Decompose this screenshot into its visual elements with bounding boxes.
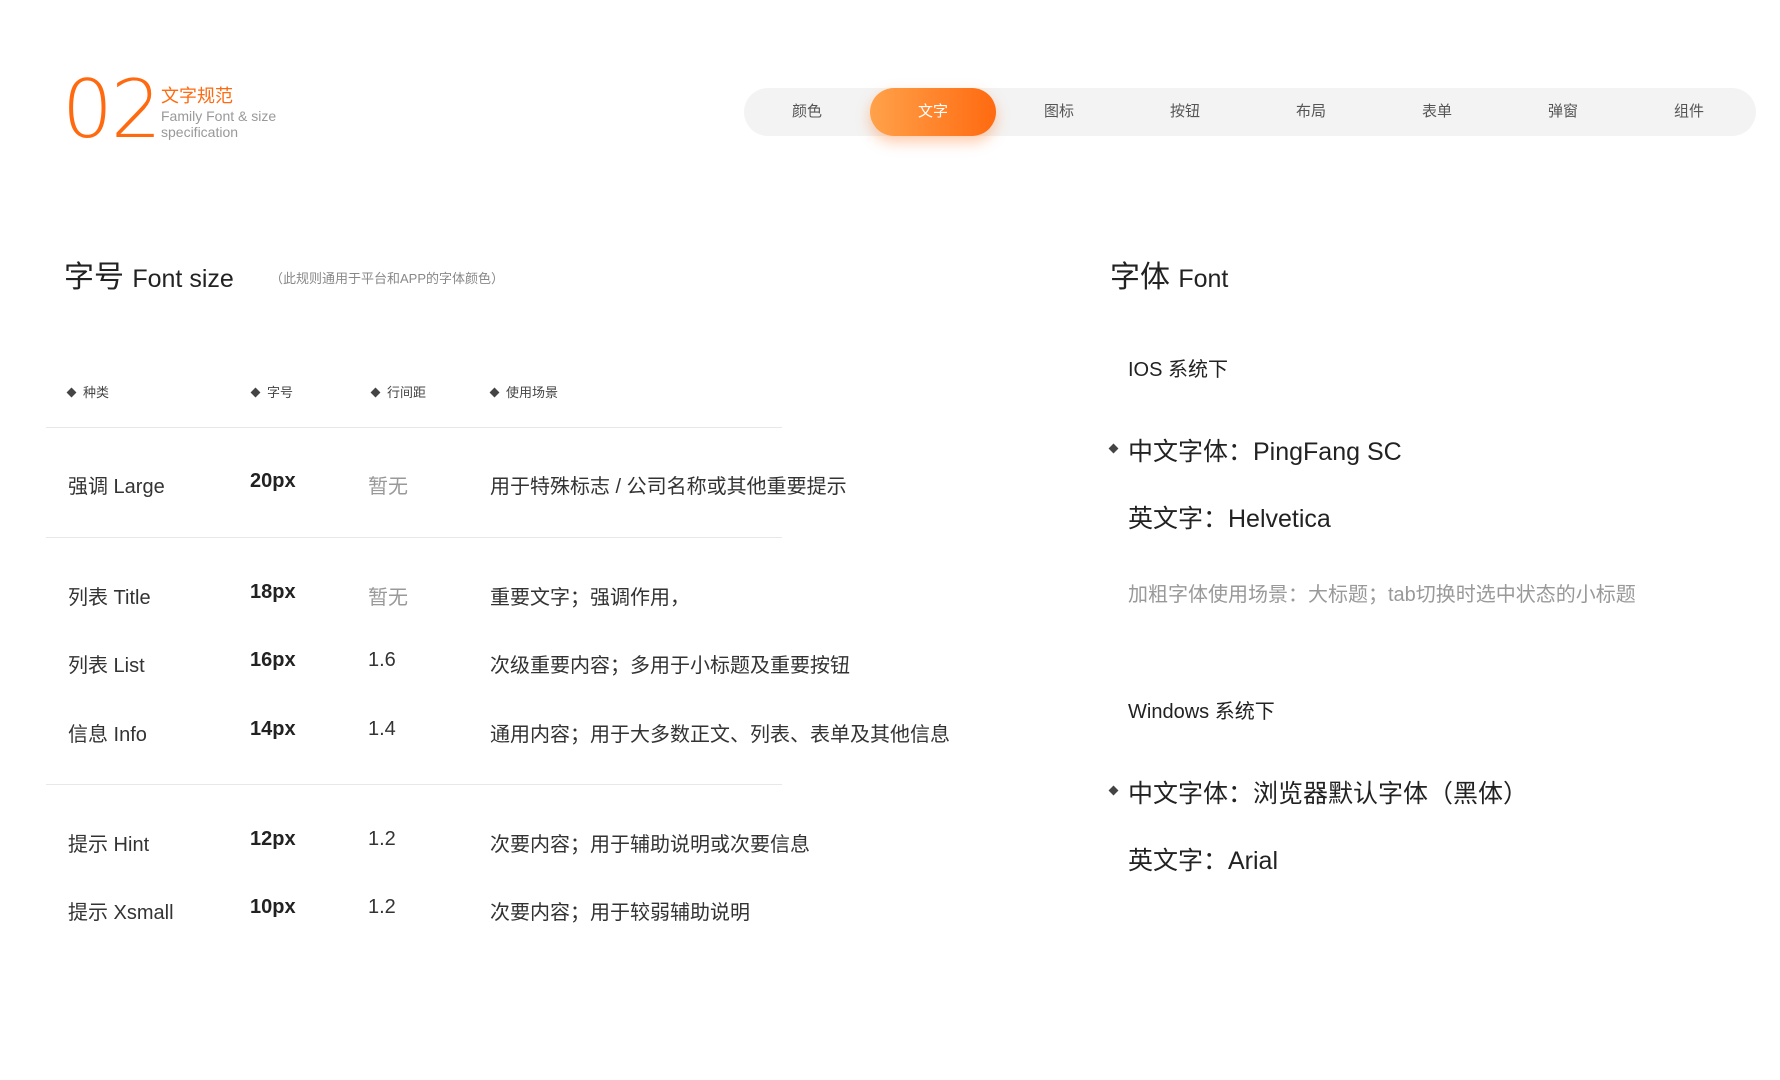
row-type: 强调 Large [68,476,165,498]
font-heading: 字体 Font [1110,252,1228,296]
ios-cn-font: 中文字体：PingFang SC [1108,432,1402,468]
diamond-bullet-icon [370,387,381,398]
row-type: 列表 Title [68,587,151,609]
tab-button[interactable]: 按钮 [1122,88,1248,136]
row-size: 20px [250,470,296,492]
section-number: 02 [62,63,162,156]
diamond-bullet-icon [1108,785,1119,796]
column-header-size: 字号 [250,382,294,401]
section-title: 文字规范 [161,86,233,106]
column-header-type: 种类 [66,382,110,401]
font-heading-en: Font [1178,265,1229,293]
row-line-height: 1.6 [368,649,396,671]
row-size: 12px [250,828,296,850]
tab-layout[interactable]: 布局 [1248,88,1374,136]
row-type: 列表 List [68,655,145,677]
font-size-note: （此规则通用于平台和APP的字体颜色） [270,271,505,286]
font-size-heading: 字号 Font size [64,252,234,296]
bold-usage-note: 加粗字体使用场景：大标题；tab切换时选中状态的小标题 [1128,584,1636,606]
page: 02 文字规范 Family Font & size specification… [0,0,1780,1080]
row-line-height: 暂无 [368,587,408,609]
font-heading-cn: 字体 [1110,261,1170,294]
tab-popup[interactable]: 弹窗 [1500,88,1626,136]
column-header-usage: 使用场景 [489,382,559,401]
column-header-label: 使用场景 [506,385,559,400]
windows-label: Windows 系统下 [1128,701,1275,723]
windows-cn-font-text: 中文字体：浏览器默认字体（黑体） [1128,780,1529,808]
font-size-heading-en: Font size [132,265,234,293]
tab-bar: 颜色 文字 图标 按钮 布局 表单 弹窗 组件 [744,88,1756,136]
row-usage: 次要内容；用于辅助说明或次要信息 [490,834,810,856]
ios-en-font: 英文字：Helvetica [1128,505,1331,533]
row-size: 10px [250,896,296,918]
tab-component[interactable]: 组件 [1626,88,1752,136]
column-header-label: 行间距 [387,385,427,400]
row-usage: 用于特殊标志 / 公司名称或其他重要提示 [490,476,847,498]
divider [46,537,782,538]
row-usage: 次级重要内容；多用于小标题及重要按钮 [490,655,850,677]
windows-cn-font: 中文字体：浏览器默认字体（黑体） [1108,774,1529,810]
row-line-height: 暂无 [368,476,408,498]
row-type: 信息 Info [68,724,147,746]
diamond-bullet-icon [1108,443,1119,454]
row-type: 提示 Xsmall [68,902,174,924]
row-line-height: 1.2 [368,896,396,918]
row-usage: 通用内容；用于大多数正文、列表、表单及其他信息 [490,724,950,746]
row-usage: 重要文字；强调作用， [490,587,690,609]
row-size: 16px [250,649,296,671]
row-size: 14px [250,718,296,740]
tab-text[interactable]: 文字 [870,88,996,136]
tab-color[interactable]: 颜色 [744,88,870,136]
diamond-bullet-icon [66,387,77,398]
row-size: 18px [250,581,296,603]
row-line-height: 1.4 [368,718,396,740]
row-line-height: 1.2 [368,828,396,850]
row-type: 提示 Hint [68,834,150,856]
windows-en-font: 英文字：Arial [1128,847,1279,875]
row-usage: 次要内容；用于较弱辅助说明 [490,902,750,924]
font-size-heading-cn: 字号 [64,261,124,294]
column-header-label: 字号 [267,385,294,400]
diamond-bullet-icon [489,387,500,398]
divider [46,427,782,428]
tab-form[interactable]: 表单 [1374,88,1500,136]
ios-cn-font-text: 中文字体：PingFang SC [1128,438,1402,466]
section-subtitle: Family Font & size specification [161,108,277,140]
tab-icon[interactable]: 图标 [996,88,1122,136]
column-header-label: 种类 [83,385,110,400]
divider [46,784,782,785]
ios-label: IOS 系统下 [1128,359,1229,381]
column-header-line-height: 行间距 [370,382,427,401]
diamond-bullet-icon [250,387,261,398]
